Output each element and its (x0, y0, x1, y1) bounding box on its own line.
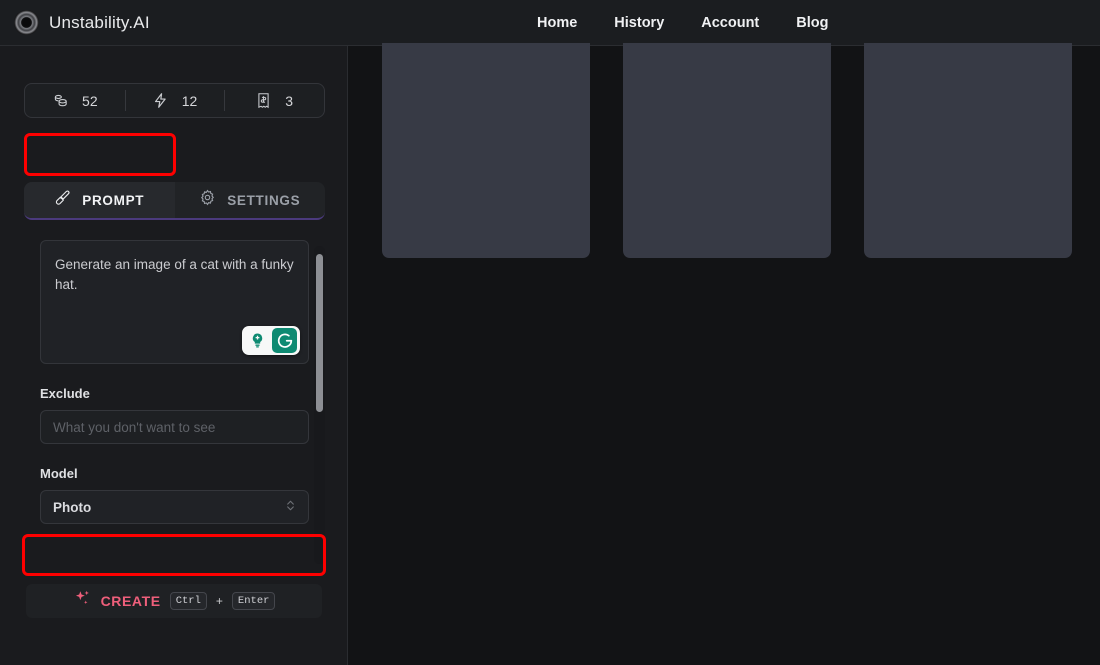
app-root: Unstability.AI Home History Account Blog (0, 0, 1100, 665)
receipt-icon (255, 92, 272, 109)
nav-item-home[interactable]: Home (537, 15, 577, 31)
tab-prompt-label: PROMPT (82, 192, 145, 208)
top-header: Unstability.AI Home History Account Blog (0, 0, 1100, 46)
nav-item-account[interactable]: Account (701, 15, 759, 31)
chevron-up-down-icon (285, 498, 296, 516)
lightning-bolt-icon (152, 92, 169, 109)
stat-invoices-value: 3 (285, 92, 294, 109)
result-image-placeholder[interactable] (864, 43, 1072, 258)
prompt-form-scrollbar-thumb[interactable] (316, 254, 323, 412)
stats-bar: 52 12 3 (24, 83, 325, 118)
create-button-label: CREATE (100, 593, 161, 609)
prompt-form: Generate an image of a cat with a funky … (40, 240, 309, 524)
exclude-placeholder: What you don't want to see (53, 419, 216, 435)
create-button[interactable]: CREATE Ctrl + Enter (26, 584, 322, 618)
model-label: Model (40, 466, 78, 481)
exclude-input[interactable]: What you don't want to see (40, 410, 309, 444)
stat-credits-value: 52 (82, 92, 98, 109)
key-plus: + (215, 594, 223, 608)
unstability-logo-icon (14, 10, 39, 35)
stat-credits[interactable]: 52 (25, 84, 125, 117)
sparkles-icon (73, 589, 92, 613)
lightbulb-icon[interactable] (245, 328, 270, 353)
grammarly-g-icon[interactable] (272, 328, 297, 353)
key-enter: Enter (231, 591, 276, 611)
results-area (349, 43, 1100, 665)
brand-name: Unstability.AI (49, 12, 150, 32)
model-select-value: Photo (53, 499, 92, 515)
tab-settings[interactable]: SETTINGS (175, 182, 326, 218)
gear-icon (199, 189, 216, 211)
tab-prompt[interactable]: PROMPT (24, 182, 175, 218)
model-select[interactable]: Photo (40, 490, 309, 524)
panel-divider (24, 573, 325, 574)
coins-icon (52, 92, 69, 109)
brand[interactable]: Unstability.AI (0, 10, 150, 35)
left-panel: 52 12 3 PROMPT SETTINGS Generate an imag… (0, 46, 348, 665)
prompt-form-scroll-region: Generate an image of a cat with a funky … (24, 240, 325, 570)
nav-item-history[interactable]: History (614, 15, 664, 31)
stat-energy[interactable]: 12 (124, 84, 225, 117)
stat-invoices[interactable]: 3 (224, 84, 324, 117)
stat-energy-value: 12 (181, 92, 198, 109)
panel-tabs: PROMPT SETTINGS (24, 182, 325, 220)
main-nav: Home History Account Blog (537, 0, 828, 46)
grammarly-badges[interactable] (242, 326, 300, 355)
prompt-text-value: Generate an image of a cat with a funky … (55, 257, 294, 292)
nav-item-blog[interactable]: Blog (796, 15, 828, 31)
tab-settings-label: SETTINGS (227, 192, 301, 208)
prompt-form-scrollbar-track[interactable] (314, 246, 325, 564)
exclude-label: Exclude (40, 386, 90, 401)
result-image-placeholder[interactable] (623, 43, 831, 258)
key-ctrl: Ctrl (169, 591, 207, 611)
results-gallery (382, 43, 1072, 258)
paintbrush-icon (54, 189, 71, 211)
prompt-textarea[interactable]: Generate an image of a cat with a funky … (40, 240, 309, 364)
result-image-placeholder[interactable] (382, 43, 590, 258)
